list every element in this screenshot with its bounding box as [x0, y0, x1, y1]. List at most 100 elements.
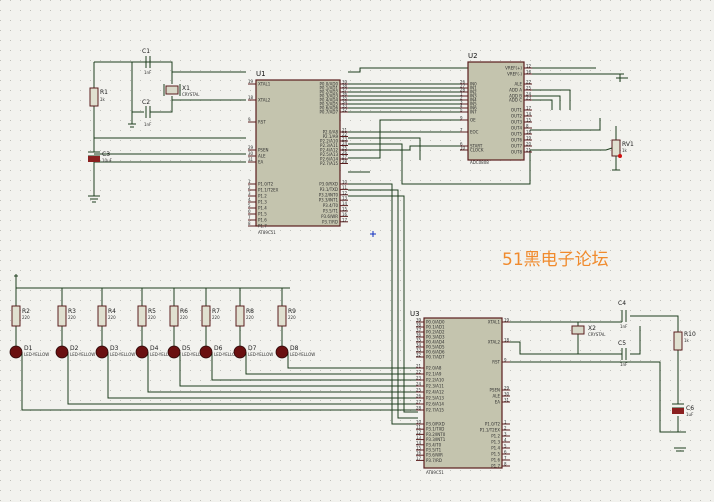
led-part: LED-YELLOW — [290, 352, 315, 357]
u1-right-pin-name: P3.6/WR — [321, 214, 338, 219]
led-ref: D4 — [150, 345, 159, 352]
svg-text:1nF: 1nF — [144, 122, 152, 127]
svg-text:CRYSTAL: CRYSTAL — [588, 332, 606, 337]
u2-right-pin-name: ADD A — [509, 88, 522, 93]
svg-text:1nF: 1nF — [620, 362, 628, 367]
u3-right-pin-name: EA — [495, 400, 501, 405]
u1-right-pin-number: 13 — [342, 196, 348, 201]
u2-right-pin-name: OUT1 — [511, 108, 523, 113]
u1-right-pin-name: P3.0/RXD — [319, 182, 338, 187]
u1-right-pin-number: 12 — [342, 190, 348, 195]
led-d7 — [233, 345, 247, 359]
u1-left-pin-name: P1.5 — [258, 212, 267, 217]
u2-right-pin-number: 17 — [526, 106, 532, 111]
u1-right-pin-number: 32 — [342, 108, 348, 113]
u3-left-pin-name: P3.7/RD — [426, 458, 442, 463]
u2-right-pin-number: 16 — [526, 70, 532, 75]
u1-left-pin-name: P1.7 — [258, 224, 267, 229]
led-part: LED-YELLOW — [248, 352, 273, 357]
u2-right-pin-name: OUT4 — [511, 126, 523, 131]
u2-chip: U2 ADC0808 26 IN027 IN128 IN21 IN32 IN43 IN54 I… — [460, 52, 532, 165]
resistor-value: 220 — [288, 315, 296, 320]
u3-left-pin-number: 22 — [416, 370, 422, 375]
u1-left-pin-number: 31 — [248, 157, 254, 162]
u1-right-pin-number: 15 — [342, 207, 348, 212]
resistor-r6 — [169, 305, 179, 327]
resistor-r9 — [277, 305, 287, 327]
u1-left-pin-name: XTAL2 — [258, 98, 271, 103]
u1-right-pin-name: P3.2/INT0 — [319, 192, 339, 197]
svg-text:R1: R1 — [100, 89, 108, 96]
u3-left-pin-number: 23 — [416, 376, 422, 381]
u3-right-pin-number: 19 — [504, 318, 510, 323]
u2-right-pin-name: OUT5 — [511, 132, 523, 137]
svg-text:C4: C4 — [618, 300, 626, 307]
u2-right-pin-number: 19 — [526, 136, 532, 141]
u3-left-pin-name: P2.6/A14 — [426, 402, 444, 407]
u3-right-pin-number: 18 — [504, 338, 510, 343]
led-ref: D7 — [248, 345, 257, 352]
u3-left-pin-number: 26 — [416, 394, 422, 399]
u2-part: ADC0808 — [470, 160, 489, 165]
u2-right-pin-name: VREF(+) — [505, 66, 522, 71]
u1-left-pin-name: P1.2 — [258, 194, 267, 199]
u2-right-pin-number: 14 — [526, 112, 532, 117]
u2-right-pin-name: OUT8 — [511, 150, 523, 155]
u1-right-pin-name: P0.7/AD7 — [320, 110, 339, 115]
svg-text:C5: C5 — [618, 340, 626, 347]
u3-left-pins: 39 P0.0/AD038 P0.1/AD137 P0.2/AD236 P0.3/AD3… — [416, 318, 446, 463]
u3-left-pin-number: 32 — [416, 353, 422, 358]
led-ref: D3 — [110, 345, 119, 352]
resistor-value: 220 — [180, 315, 188, 320]
u1-right-pin-name: P3.4/T0 — [323, 203, 339, 208]
u3-right-pin-number: 31 — [504, 398, 510, 403]
resistor-r7 — [201, 305, 211, 327]
led-d2 — [55, 345, 69, 359]
led-ref: D6 — [214, 345, 223, 352]
u1-right-pin-name: P2.7/A15 — [320, 161, 338, 166]
u2-right-pin-name: OUT7 — [511, 144, 523, 149]
u1-right-pin-number: 10 — [342, 180, 348, 185]
svg-text:C3: C3 — [102, 151, 110, 158]
led-ref: D8 — [290, 345, 299, 352]
u3-left-pin-name: P2.5/A13 — [426, 396, 444, 401]
u2-right-pin-number: 23 — [526, 96, 532, 101]
u2-right-pin-number: 21 — [526, 148, 532, 153]
u2-ref: U2 — [468, 52, 478, 60]
u1-left-pin-number: 30 — [248, 151, 254, 156]
resistor-ref: R3 — [68, 308, 76, 315]
u3-left-pin-name: P0.7/AD7 — [426, 355, 445, 360]
u3-left-pin-number: 21 — [416, 364, 422, 369]
u3-right-pin-name: P1.0/T2 — [485, 422, 501, 427]
u3-right-pin-name: P1.1/T2EX — [480, 428, 501, 433]
u3-part: AT89C51 — [426, 470, 444, 475]
svg-text:R10: R10 — [684, 331, 696, 338]
u1-right-pin-number: 28 — [342, 159, 348, 164]
u2-left-pin-number: 10 — [460, 146, 466, 151]
u1-left-pin-number: 18 — [248, 95, 254, 100]
u1-left-pin-name: ALE — [258, 154, 266, 159]
led-part: LED-YELLOW — [24, 352, 49, 357]
resistor-ref: R9 — [288, 308, 296, 315]
resistor-ref: R6 — [180, 308, 188, 315]
u3-left-pin-name: P2.7/A15 — [426, 408, 444, 413]
svg-text:1k: 1k — [100, 97, 106, 102]
u3-left-pin-number: 27 — [416, 400, 422, 405]
svg-text:X1: X1 — [182, 85, 190, 92]
led-part: LED-YELLOW — [70, 352, 95, 357]
u1-part: AT89C51 — [258, 230, 276, 235]
u3-left-pin-number: 25 — [416, 388, 422, 393]
u3-right-pin-name: P1.2 — [491, 434, 500, 439]
led-d6 — [199, 345, 213, 359]
u2-right-pin-name: OUT6 — [511, 138, 523, 143]
watermark-text: 51黑电子论坛 — [502, 250, 609, 270]
u2-right-pin-number: 22 — [526, 80, 532, 85]
u3-right-pin-name: P1.5 — [491, 452, 500, 457]
resistor-r8 — [235, 305, 245, 327]
u1-left-pin-name: P1.0/T2 — [258, 182, 274, 187]
u1-left-pin-name: PSEN — [258, 148, 268, 153]
led-ref: D5 — [182, 345, 191, 352]
resistor-r2 — [11, 305, 21, 327]
u2-left-pin-name: IN7 — [470, 110, 477, 115]
u3-left-pin-name: P2.0/A8 — [426, 366, 442, 371]
